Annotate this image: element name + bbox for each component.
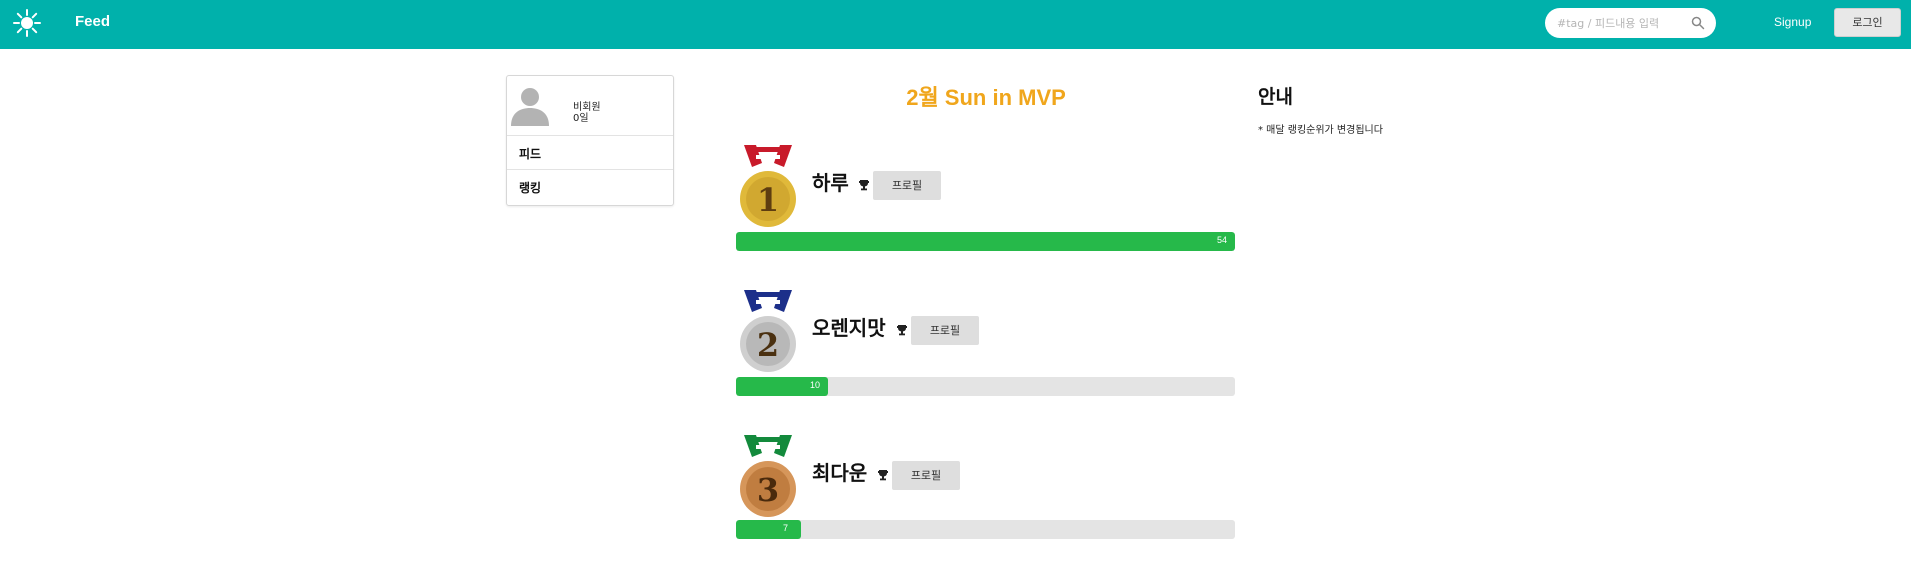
- profile-button[interactable]: 프로필: [892, 461, 960, 490]
- score-bar-fill: [736, 232, 1235, 251]
- score-bar: 7: [736, 520, 1235, 539]
- gold-medal-icon: 1: [740, 145, 796, 227]
- sidebar-panel: 비회원 0일 피드 랭킹: [506, 75, 674, 206]
- ranking-title: 2월 Sun in MVP: [906, 85, 1066, 110]
- score-bar: 54: [736, 232, 1235, 251]
- signup-link[interactable]: Signup: [1774, 15, 1811, 29]
- avatar: [511, 88, 549, 126]
- rank-user-name[interactable]: 최다운: [812, 457, 867, 486]
- sun-logo-icon[interactable]: [12, 8, 42, 38]
- rank-entry: 3 최다운 프로필 7: [736, 433, 1236, 573]
- top-navbar: Feed Signup 로그인: [0, 0, 1911, 49]
- trophy-icon: [897, 325, 907, 336]
- profile-button[interactable]: 프로필: [873, 171, 941, 200]
- brand-link[interactable]: Feed: [75, 13, 110, 30]
- login-button[interactable]: 로그인: [1834, 8, 1901, 37]
- trophy-icon: [859, 180, 869, 191]
- bronze-medal-icon: 3: [740, 435, 796, 517]
- sidebar-item-feed[interactable]: 피드: [507, 136, 673, 170]
- medal-rank-label: 3: [757, 471, 779, 509]
- search-box: [1545, 8, 1716, 38]
- search-input[interactable]: [1557, 14, 1687, 32]
- silver-medal-icon: 2: [740, 290, 796, 372]
- search-icon[interactable]: [1691, 16, 1705, 30]
- rank-user-name[interactable]: 하루: [812, 167, 849, 196]
- sidebar-item-label: 랭킹: [519, 181, 542, 195]
- score-value: 10: [810, 380, 821, 390]
- rank-user-name[interactable]: 오렌지맛: [812, 312, 886, 341]
- user-profile: 비회원 0일: [507, 76, 673, 136]
- sidebar-item-ranking[interactable]: 랭킹: [507, 170, 673, 204]
- medal-rank-label: 2: [757, 326, 779, 364]
- info-text: * 매달 랭킹순위가 변경됩니다: [1258, 125, 1383, 136]
- score-bar-fill: [736, 520, 801, 539]
- info-title: 안내: [1258, 86, 1293, 108]
- rank-entry: 1 하루 프로필 54: [736, 143, 1236, 283]
- score-value: 54: [1217, 235, 1228, 245]
- score-bar: 10: [736, 377, 1235, 396]
- user-days: 0일: [573, 113, 589, 124]
- score-value: 7: [783, 523, 789, 533]
- medal-rank-label: 1: [757, 181, 779, 219]
- rank-entry: 2 오렌지맛 프로필 10: [736, 288, 1236, 428]
- trophy-icon: [878, 470, 888, 481]
- profile-button[interactable]: 프로필: [911, 316, 979, 345]
- sidebar-item-label: 피드: [519, 147, 542, 161]
